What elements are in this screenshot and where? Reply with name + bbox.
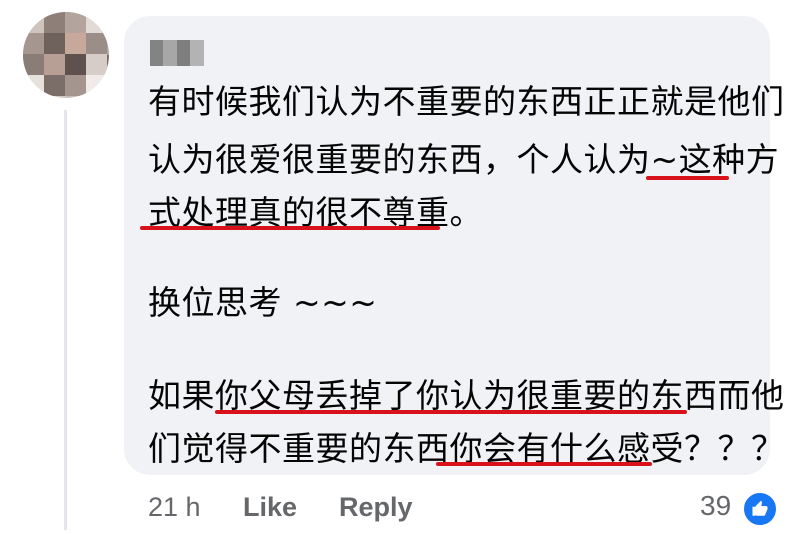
comment-line-4: 换位思考 ~~~ [148, 283, 378, 322]
red-underline [215, 410, 687, 414]
avatar-pixel [23, 75, 44, 96]
reaction-count[interactable]: 39 [700, 490, 731, 522]
red-underline [646, 176, 729, 180]
comment-line-1: 有时候我们认为不重要的东西正正就是他们 [148, 82, 785, 121]
reply-button[interactable]: Reply [339, 492, 413, 523]
avatar-pixel [65, 54, 86, 75]
avatar-pixel [65, 75, 86, 96]
avatar-pixel [65, 12, 86, 33]
avatar-pixel [44, 75, 65, 96]
avatar-pixel [86, 33, 107, 54]
avatar-pixel [86, 75, 107, 96]
avatar-pixel [23, 54, 44, 75]
avatar-pixel [65, 33, 86, 54]
red-underline [140, 226, 440, 230]
avatar-pixel [86, 12, 107, 33]
like-button[interactable]: Like [243, 492, 297, 523]
avatar-pixel [44, 12, 65, 33]
avatar-pixel [23, 33, 44, 54]
avatar-pixel [44, 54, 65, 75]
avatar-pixel [23, 12, 44, 33]
red-underline [436, 462, 652, 466]
avatar-pixel [44, 33, 65, 54]
author-name-blurred[interactable] [150, 40, 204, 66]
avatar-pixel [86, 54, 107, 75]
thread-line [64, 110, 67, 530]
avatar[interactable] [23, 12, 109, 98]
comment-line-2: 认为很爱很重要的东西，个人认为~这种方 [148, 140, 780, 179]
timestamp[interactable]: 21 h [148, 492, 201, 523]
reaction-badge[interactable] [741, 490, 779, 528]
thumbs-up-icon [752, 500, 768, 516]
